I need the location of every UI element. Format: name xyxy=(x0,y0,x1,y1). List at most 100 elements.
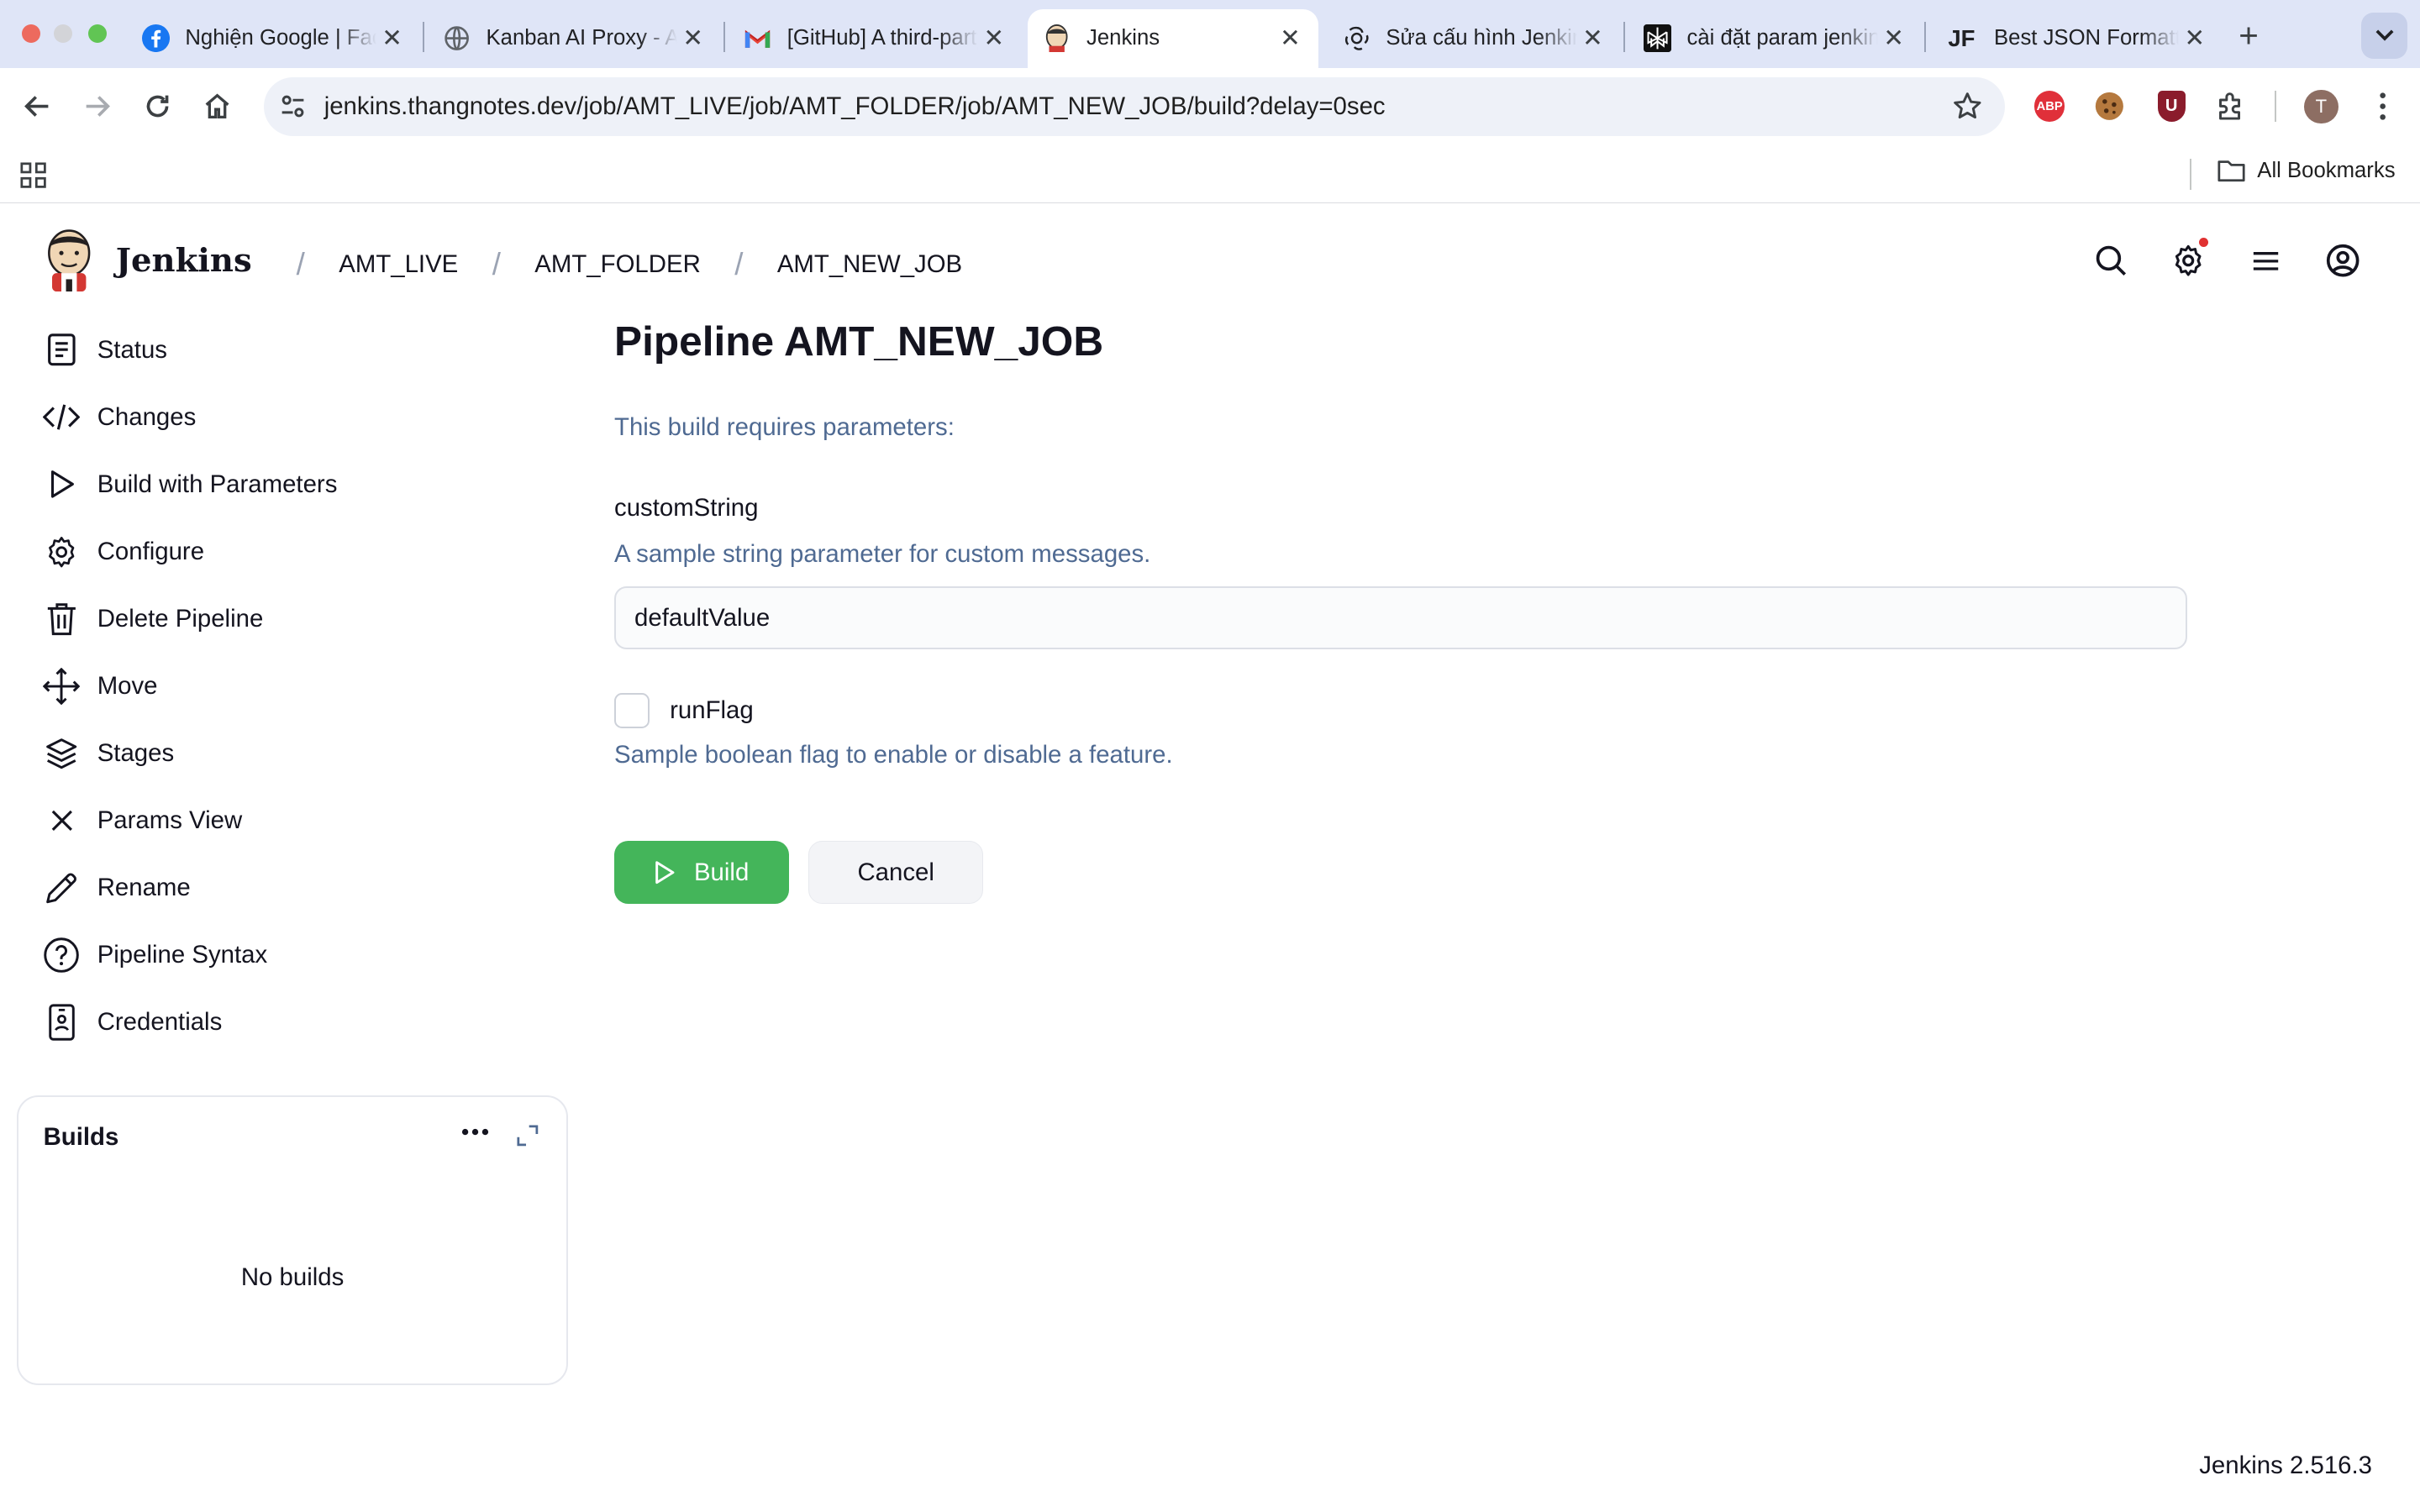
hamburger-menu-icon xyxy=(2253,251,2278,270)
sidebar-item-params-view[interactable]: Params View xyxy=(28,787,568,854)
breadcrumb-separator: / xyxy=(492,246,501,281)
search-icon xyxy=(2096,245,2127,276)
breadcrumb-item[interactable]: AMT_FOLDER xyxy=(534,250,701,279)
run-flag-row: runFlag xyxy=(614,692,754,728)
search-button[interactable] xyxy=(2091,241,2132,281)
tab-title: Nghiện Google | Facebook xyxy=(185,26,376,50)
bookmark-star-icon[interactable] xyxy=(1952,91,1983,122)
apps-grid-icon[interactable] xyxy=(20,162,46,188)
jf-icon: JF xyxy=(1948,24,1975,51)
build-button[interactable]: Build xyxy=(614,840,789,905)
tab-title: [GitHub] A third-party OAuth xyxy=(786,26,979,50)
site-info-icon[interactable] xyxy=(276,90,310,123)
adblock-extension-button[interactable]: ABP xyxy=(2031,88,2068,125)
cancel-button[interactable]: Cancel xyxy=(808,840,983,905)
close-tab-icon[interactable]: ✕ xyxy=(1275,24,1306,55)
all-bookmarks-button[interactable]: All Bookmarks xyxy=(2217,159,2396,183)
sidebar-item-pipeline-syntax[interactable]: Pipeline Syntax xyxy=(28,921,568,989)
reload-button[interactable] xyxy=(137,87,177,127)
tab-title: cài đặt param jenkins xyxy=(1686,26,1879,50)
more-horizontal-icon[interactable] xyxy=(461,1128,489,1136)
browser-tab[interactable]: Nghiện Google | Facebook ✕ xyxy=(127,9,420,68)
extensions-button[interactable] xyxy=(2213,88,2250,125)
browser-menu-button[interactable] xyxy=(2365,88,2402,125)
build-button-label: Build xyxy=(693,858,750,886)
expand-icon[interactable] xyxy=(517,1125,539,1147)
breadcrumb-item[interactable]: AMT_NEW_JOB xyxy=(777,250,962,279)
reload-icon xyxy=(146,95,169,118)
status-icon xyxy=(43,332,80,369)
ublock-extension-button[interactable]: U xyxy=(2153,88,2190,125)
page-title: Pipeline AMT_NEW_JOB xyxy=(614,317,1104,365)
close-tab-icon[interactable]: ✕ xyxy=(677,24,708,55)
profile-button[interactable]: T xyxy=(2302,88,2339,125)
toolbar-separator xyxy=(2275,91,2277,123)
puzzle-icon xyxy=(2219,92,2241,120)
browser-tab-active[interactable]: Jenkins ✕ xyxy=(1028,9,1318,68)
close-tab-icon[interactable]: ✕ xyxy=(2179,24,2210,55)
tab-title: Sửa cấu hình Jenkins xyxy=(1386,26,1578,50)
sidebar-item-move[interactable]: Move xyxy=(28,653,568,720)
back-button[interactable] xyxy=(17,87,57,127)
manage-jenkins-button[interactable] xyxy=(2169,237,2209,281)
side-panel: Status Changes Build with Parameters Con… xyxy=(28,317,568,1057)
tab-separator xyxy=(723,21,726,53)
sidebar-item-changes[interactable]: Changes xyxy=(28,384,568,451)
breadcrumb-item[interactable]: AMT_LIVE xyxy=(339,250,458,279)
run-flag-checkbox[interactable] xyxy=(614,692,650,728)
close-tab-icon[interactable]: ✕ xyxy=(978,24,1009,55)
forward-button[interactable] xyxy=(77,87,118,127)
cookie-extension-button[interactable] xyxy=(2091,88,2128,125)
move-icon xyxy=(43,667,81,705)
custom-string-input[interactable] xyxy=(614,585,2187,650)
sidebar-item-delete-pipeline[interactable]: Delete Pipeline xyxy=(28,585,568,653)
tab-title: Jenkins xyxy=(1086,26,1160,50)
sidebar-item-configure[interactable]: Configure xyxy=(28,518,568,585)
jenkins-logo[interactable] xyxy=(43,227,95,292)
minimize-window-button[interactable] xyxy=(54,24,73,44)
browser-tab[interactable]: [GitHub] A third-party OAuth ✕ xyxy=(729,9,1022,68)
breadcrumb-separator: / xyxy=(296,246,305,281)
more-vertical-icon xyxy=(2380,92,2386,120)
close-window-button[interactable] xyxy=(21,24,40,44)
close-tab-icon[interactable]: ✕ xyxy=(376,24,408,55)
sidebar-item-stages[interactable]: Stages xyxy=(28,720,568,787)
menu-button[interactable] xyxy=(2245,241,2286,281)
custom-string-description: A sample string parameter for custom mes… xyxy=(614,539,1151,568)
user-account-button[interactable] xyxy=(2323,241,2363,281)
url-text[interactable]: jenkins.thangnotes.dev/job/AMT_LIVE/job/… xyxy=(324,92,1386,121)
tab-search-button[interactable] xyxy=(2361,12,2408,59)
new-tab-button[interactable]: + xyxy=(2228,15,2269,55)
breadcrumb: / AMT_LIVE / AMT_FOLDER / AMT_NEW_JOB xyxy=(262,246,963,282)
tab-title: Best JSON Formatter xyxy=(1994,26,2179,50)
bookmarks-separator xyxy=(2190,159,2192,190)
sidebar-item-label: Params View xyxy=(97,806,243,835)
sidebar-item-rename[interactable]: Rename xyxy=(28,854,568,921)
maximize-window-button[interactable] xyxy=(87,24,107,44)
address-bar[interactable]: jenkins.thangnotes.dev/job/AMT_LIVE/job/… xyxy=(264,76,2005,136)
home-button[interactable] xyxy=(197,87,238,127)
close-tab-icon[interactable]: ✕ xyxy=(1577,24,1608,55)
browser-tab[interactable]: Sửa cấu hình Jenkins ✕ xyxy=(1328,9,1621,68)
browser-tab[interactable]: cài đặt param jenkins ✕ xyxy=(1628,9,1922,68)
jenkins-version[interactable]: Jenkins 2.516.3 xyxy=(2199,1452,2372,1480)
jenkins-icon xyxy=(1044,24,1071,53)
parameters-hint: This build requires parameters: xyxy=(614,413,955,442)
ublock-icon: U xyxy=(2157,91,2186,123)
browser-tab[interactable]: Kanban AI Proxy - Admin ✕ xyxy=(428,9,721,68)
jenkins-header: Jenkins / AMT_LIVE / AMT_FOLDER / AMT_NE… xyxy=(0,205,2420,316)
close-tab-icon[interactable]: ✕ xyxy=(1878,24,1909,55)
user-icon xyxy=(2326,244,2360,277)
help-icon xyxy=(43,937,80,974)
sidebar-item-build-with-parameters[interactable]: Build with Parameters xyxy=(28,451,568,518)
play-icon xyxy=(43,466,80,503)
jenkins-brand[interactable]: Jenkins xyxy=(116,242,252,280)
gear-icon xyxy=(43,533,80,570)
perplexity-icon xyxy=(1644,24,1672,53)
builds-card: Builds No builds xyxy=(17,1095,568,1386)
builds-card-title: Builds xyxy=(43,1123,119,1152)
sidebar-item-credentials[interactable]: Credentials xyxy=(28,989,568,1056)
sidebar-item-status[interactable]: Status xyxy=(28,317,568,384)
run-flag-label[interactable]: runFlag xyxy=(670,696,754,725)
browser-tab[interactable]: JF Best JSON Formatter ✕ xyxy=(1929,9,2223,68)
